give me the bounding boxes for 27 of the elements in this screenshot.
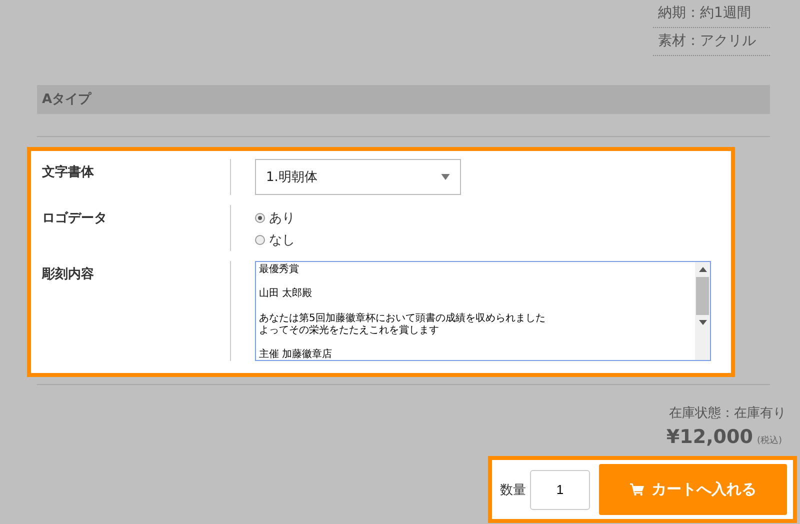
scrollbar[interactable]: [695, 262, 710, 360]
text-line: 最優秀賞: [259, 264, 300, 276]
spec-text: 納期：約1週間: [653, 0, 770, 28]
price: ¥12,000: [666, 426, 753, 448]
radio-label[interactable]: あり: [269, 209, 295, 227]
stock-status: 在庫状態：在庫有り: [669, 405, 786, 422]
option-label: ロゴデータ: [41, 210, 108, 228]
option-label: 文字書体: [41, 164, 95, 182]
radio-button[interactable]: [255, 213, 265, 223]
text-line: 主催 加藤徽章店: [259, 349, 334, 360]
section-header: Aタイプ: [37, 85, 770, 114]
text-line: 山田 太郎殿: [259, 288, 314, 301]
text-line: よってその栄光をたたえこれを賞します: [259, 324, 440, 338]
option-label: 彫刻内容: [40, 266, 95, 284]
scroll-down-icon[interactable]: [698, 320, 706, 325]
caret-icon: [441, 174, 450, 180]
font-select[interactable]: 1.明朝体: [255, 159, 461, 195]
cart-icon: [630, 483, 644, 496]
spec-text: 素材：アクリル: [653, 28, 770, 56]
scroll-up-icon[interactable]: [698, 267, 706, 272]
radio-button[interactable]: [255, 235, 265, 245]
engraving-text-field[interactable]: 最優秀賞 山田 太郎殿 あなたは第5回加藤徽章杯において頭書の成績を収められました よってその栄光をたたえこれを賞します 主催 加藤徽章店: [255, 261, 711, 361]
radio-label[interactable]: なし: [269, 231, 295, 249]
quantity-label: 数量: [500, 482, 526, 498]
tax-note: (税込): [756, 434, 782, 447]
text-line: あなたは第5回加藤徽章杯において頭書の成績を収められました: [259, 312, 546, 324]
quantity-field[interactable]: 1: [530, 470, 590, 510]
